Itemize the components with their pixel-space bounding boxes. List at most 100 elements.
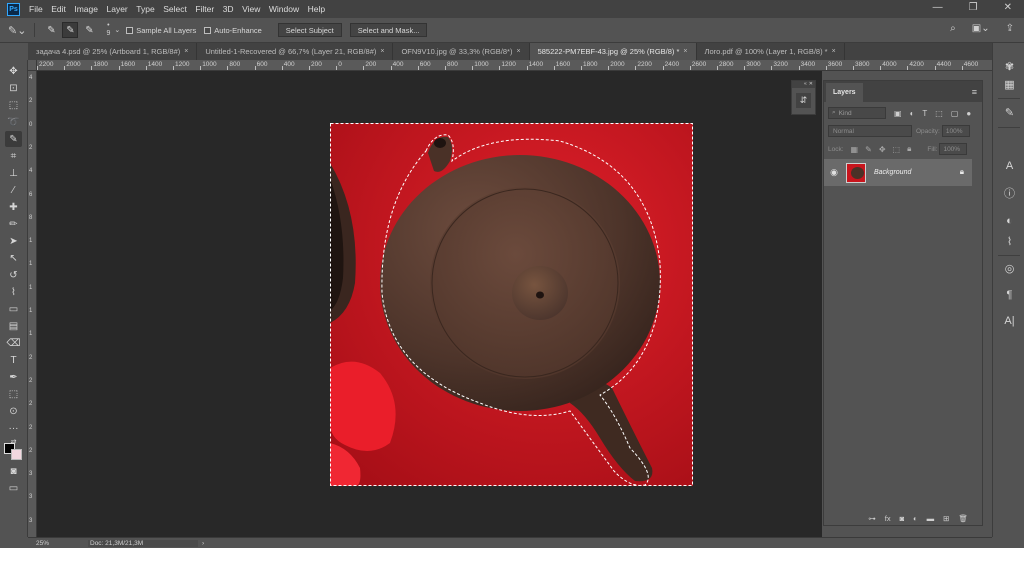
- search-icon[interactable]: ⌕: [950, 23, 956, 34]
- minimize-button[interactable]: —: [933, 2, 943, 13]
- select-and-mask-button[interactable]: Select and Mask...: [349, 23, 428, 37]
- background-color-swatch[interactable]: [11, 449, 22, 460]
- zoom-level[interactable]: 25%: [36, 540, 58, 547]
- filter-kind-field[interactable]: ⌕ Kind: [828, 107, 886, 119]
- teapot-photo[interactable]: [330, 123, 693, 486]
- menu-3d[interactable]: 3D: [223, 4, 234, 14]
- adjustment-filter-icon[interactable]: ◐: [910, 109, 915, 118]
- new-selection-icon[interactable]: ✎: [43, 22, 59, 38]
- direct-selection-tool-icon[interactable]: ↖: [5, 250, 22, 266]
- color-panel-icon[interactable]: ✾: [1002, 59, 1017, 74]
- menu-help[interactable]: Help: [308, 4, 325, 14]
- quick-selection-preset-icon[interactable]: ✎⌄: [8, 24, 26, 37]
- character-panel-icon[interactable]: A: [1002, 158, 1017, 173]
- panel-menu-icon[interactable]: ≡: [972, 87, 977, 97]
- menu-layer[interactable]: Layer: [106, 4, 127, 14]
- auto-enhance-checkbox[interactable]: [204, 26, 212, 34]
- paint-brush-tool-icon[interactable]: ⌇: [5, 284, 22, 300]
- tab-untitled-recovered[interactable]: Untitled-1-Recovered @ 66,7% (Layer 21, …: [197, 43, 394, 60]
- menu-view[interactable]: View: [242, 4, 260, 14]
- rectangle-tool-icon[interactable]: ▭: [5, 301, 22, 317]
- menu-file[interactable]: File: [29, 4, 43, 14]
- lock-transparent-icon[interactable]: ▦: [851, 145, 859, 154]
- info-panel-icon[interactable]: ⓘ: [1002, 185, 1017, 200]
- tab-ofn9v10[interactable]: OFN9V10.jpg @ 33,3% (RGB/8*) ×: [393, 43, 530, 60]
- tab-zadacha[interactable]: задача 4.psd @ 25% (Artboard 1, RGB/8#) …: [28, 43, 198, 60]
- shape-filter-icon[interactable]: ⬚: [935, 109, 943, 118]
- menu-type[interactable]: Type: [136, 4, 154, 14]
- pixel-filter-icon[interactable]: ▣: [894, 109, 902, 118]
- vertical-ruler[interactable]: 4 2 0 2 4 6 8 1 1 1 1 1 2 2 2 2 2 3 3 3: [28, 71, 37, 537]
- crop-tool-icon[interactable]: ⌗: [5, 148, 22, 164]
- close-icon[interactable]: ✕: [809, 81, 813, 88]
- new-layer-icon[interactable]: ⊞: [943, 514, 949, 523]
- fill-field[interactable]: 100%: [939, 143, 968, 155]
- opacity-field[interactable]: 100%: [941, 125, 970, 137]
- screen-mode-icon[interactable]: ▭: [5, 480, 22, 496]
- healing-brush-tool-icon[interactable]: ✚: [5, 199, 22, 215]
- workspace-icon[interactable]: ▣⌄: [972, 23, 990, 34]
- add-mask-icon[interactable]: ◙: [900, 514, 905, 523]
- restore-button[interactable]: ❐: [969, 2, 978, 13]
- menu-edit[interactable]: Edit: [51, 4, 66, 14]
- ruler-corner[interactable]: [28, 60, 37, 71]
- lock-all-icon[interactable]: 🔒︎: [907, 144, 911, 154]
- brush-tool-icon[interactable]: ✏: [5, 216, 22, 232]
- pen-tool-icon[interactable]: ✒: [5, 369, 22, 385]
- close-icon[interactable]: ×: [516, 48, 520, 55]
- marquee-tool-icon[interactable]: ⬚: [5, 97, 22, 113]
- add-to-selection-icon[interactable]: ✎: [62, 22, 79, 38]
- lasso-tool-icon[interactable]: ➰: [5, 114, 22, 130]
- photoshop-logo[interactable]: Ps: [7, 2, 20, 16]
- menu-image[interactable]: Image: [74, 4, 98, 14]
- visibility-eye-icon[interactable]: ◉: [824, 167, 844, 178]
- close-icon[interactable]: ×: [683, 48, 687, 55]
- tab-layers[interactable]: Layers: [826, 83, 863, 102]
- layer-style-icon[interactable]: fx: [885, 514, 891, 523]
- tab-teapot-image[interactable]: 585222-PM7EBF-43.jpg @ 25% (RGB/8) * ×: [529, 43, 697, 60]
- artboard-tool-icon[interactable]: ⊡: [5, 80, 22, 96]
- glyphs-panel-icon[interactable]: A|: [1002, 313, 1017, 328]
- quick-selection-tool-icon[interactable]: ✎: [5, 131, 22, 147]
- link-layers-icon[interactable]: ⊶: [868, 514, 876, 523]
- share-icon[interactable]: ⇪: [1006, 23, 1014, 34]
- close-icon[interactable]: ×: [832, 48, 836, 55]
- smart-object-filter-icon[interactable]: ▢: [951, 109, 959, 118]
- quick-mask-icon[interactable]: ◙: [5, 463, 22, 479]
- close-button[interactable]: ✕: [1004, 2, 1012, 13]
- sample-all-layers-checkbox[interactable]: [126, 26, 134, 34]
- brush-settings-icon[interactable]: ✎: [1002, 105, 1017, 120]
- lock-paint-icon[interactable]: ✎: [865, 145, 872, 154]
- properties-icon[interactable]: ⇵: [796, 93, 811, 108]
- menu-window[interactable]: Window: [269, 4, 299, 14]
- tab-logo-pdf[interactable]: Лого.pdf @ 100% (Layer 1, RGB/8) * ×: [697, 43, 845, 60]
- blend-mode-select[interactable]: Normal: [828, 125, 912, 137]
- styles-panel-icon[interactable]: ⌇: [1002, 234, 1017, 249]
- new-group-icon[interactable]: ▬: [927, 514, 935, 523]
- eyedropper-tool-icon[interactable]: ⁄: [5, 182, 22, 198]
- lock-artboard-icon[interactable]: ⬚: [893, 145, 901, 154]
- sample-all-layers-option[interactable]: Sample All Layers: [126, 26, 196, 35]
- select-subject-button[interactable]: Select Subject: [277, 23, 342, 37]
- brush-size-picker[interactable]: • 9: [106, 22, 110, 38]
- move-tool-icon[interactable]: ✥: [5, 63, 22, 79]
- menu-select[interactable]: Select: [163, 4, 187, 14]
- close-icon[interactable]: ×: [380, 48, 384, 55]
- filter-toggle-icon[interactable]: ●: [966, 109, 971, 118]
- horizontal-ruler[interactable]: 2200 2000 1800 1600 1400 1200 1000 800 600 400 200…: [37, 60, 992, 71]
- zoom-tool-icon[interactable]: ⊙: [5, 403, 22, 419]
- lock-position-icon[interactable]: ✥: [879, 145, 886, 154]
- gradient-tool-icon[interactable]: ▤: [5, 318, 22, 334]
- new-adjustment-icon[interactable]: ◐: [913, 514, 918, 523]
- expand-icon[interactable]: «: [804, 81, 807, 88]
- type-filter-icon[interactable]: T: [922, 109, 927, 118]
- status-menu-arrow[interactable]: ›: [202, 540, 204, 547]
- path-selection-tool-icon[interactable]: ➤: [5, 233, 22, 249]
- history-brush-tool-icon[interactable]: ↺: [5, 267, 22, 283]
- libraries-panel-icon[interactable]: ◎: [1002, 261, 1017, 276]
- delete-layer-icon[interactable]: 🗑︎: [958, 514, 968, 523]
- subtract-from-selection-icon[interactable]: ✎: [81, 22, 97, 38]
- auto-enhance-option[interactable]: Auto-Enhance: [204, 26, 262, 35]
- stamp-tool-icon[interactable]: ⊥: [5, 165, 22, 181]
- type-tool-icon[interactable]: T: [5, 352, 22, 368]
